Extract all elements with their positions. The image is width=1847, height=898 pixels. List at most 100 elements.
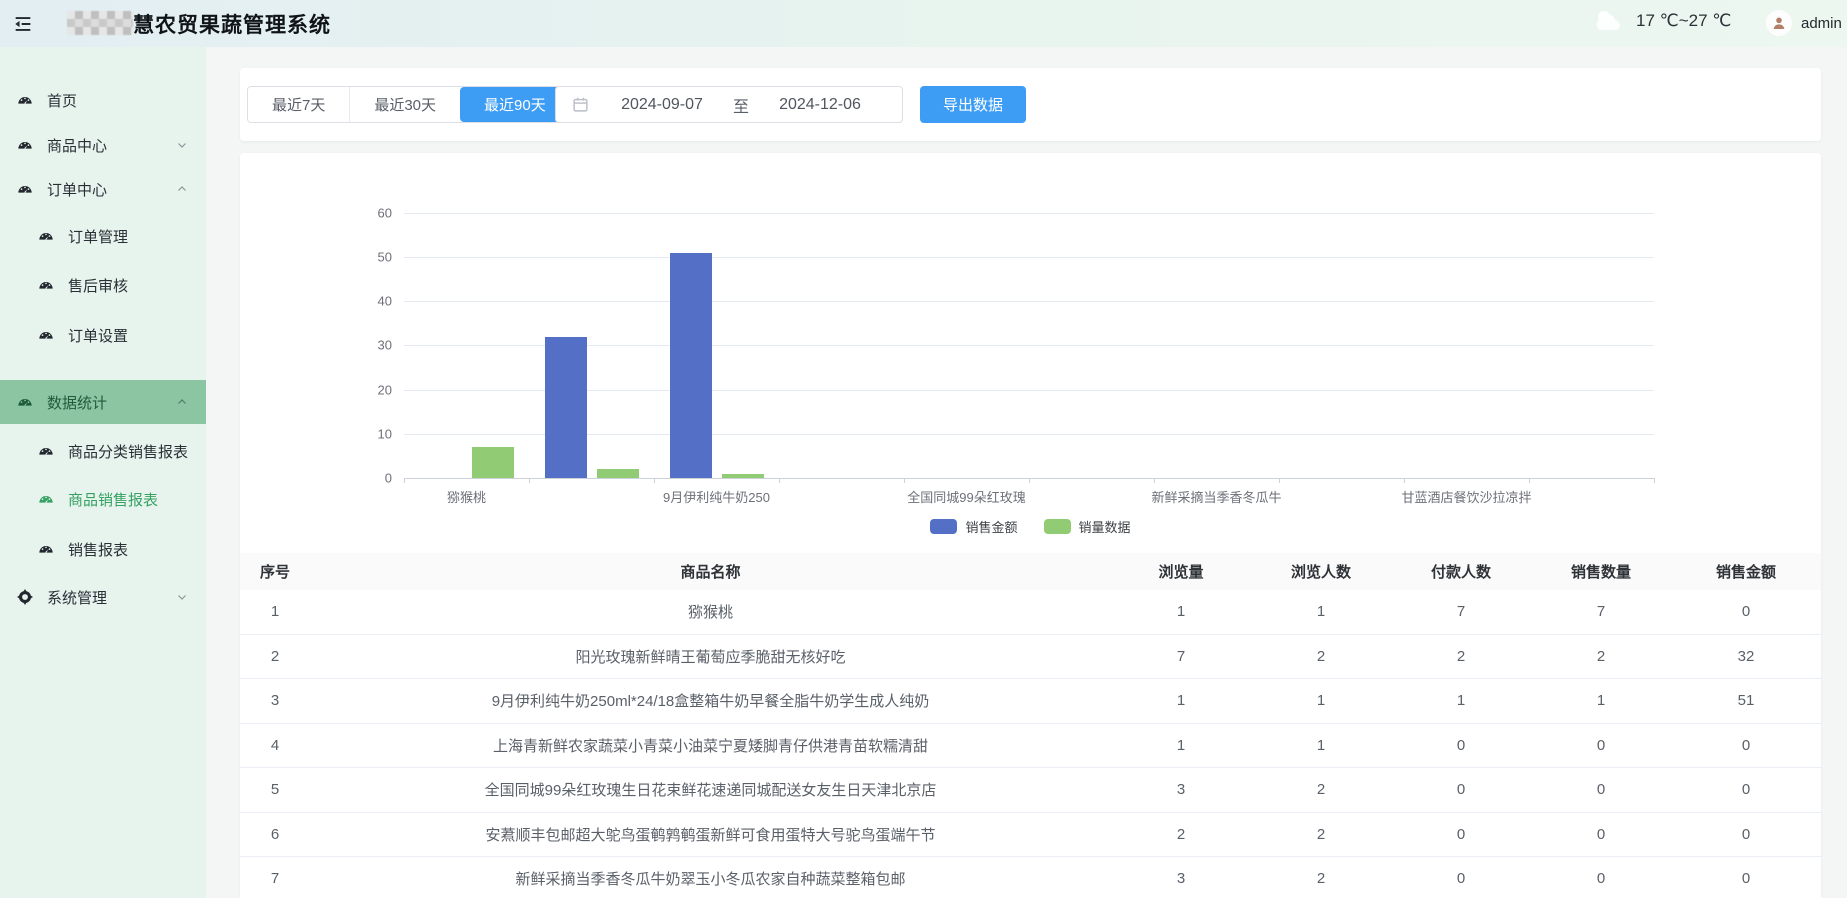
y-gridline	[404, 301, 1654, 302]
x-axis-tick	[529, 478, 530, 483]
sidebar-label: 商品销售报表	[68, 489, 158, 510]
username: admin	[1801, 15, 1842, 32]
bar-sales-amount	[545, 337, 587, 478]
table-cell: 32	[1671, 648, 1821, 665]
top-header: 慧农贸果蔬管理系统 17 ℃~27 ℃ admin	[0, 0, 1847, 47]
table-cell: 4	[240, 737, 310, 754]
chevron-down-icon	[176, 139, 188, 151]
range-last90-button[interactable]: 最近90天	[460, 87, 570, 122]
sidebar-group-data-stats[interactable]: 数据统计	[0, 380, 206, 424]
sidebar-item-order-manage[interactable]: 订单管理	[0, 216, 206, 256]
avatar	[1766, 10, 1792, 36]
x-axis-tick	[779, 478, 780, 483]
dashboard-icon	[38, 277, 54, 293]
y-axis-tick-label: 40	[356, 294, 392, 309]
table-cell: 0	[1531, 826, 1671, 843]
sidebar-item-after-sales-review[interactable]: 售后审核	[0, 265, 206, 305]
y-axis-tick-label: 20	[356, 382, 392, 397]
sidebar-label: 订单中心	[47, 179, 107, 200]
range-last7-button[interactable]: 最近7天	[248, 87, 349, 122]
table-row: 4上海青新鲜农家蔬菜小青菜小油菜宁夏矮脚青仔供港青苗软糯清甜11000	[240, 724, 1821, 769]
table-row: 1猕猴桃11770	[240, 590, 1821, 635]
table-cell: 2	[1251, 781, 1391, 798]
table-cell: 1	[1531, 692, 1671, 709]
table-cell: 阳光玫瑰新鲜晴王葡萄应季脆甜无核好吃	[310, 646, 1111, 667]
sidebar-group-product-center[interactable]: 商品中心	[0, 125, 206, 165]
y-axis-tick-label: 30	[356, 338, 392, 353]
dashboard-icon	[38, 327, 54, 343]
x-axis-tick	[1404, 478, 1405, 483]
dashboard-icon	[17, 181, 33, 197]
legend-item-sales-qty[interactable]: 销量数据	[1044, 517, 1131, 536]
bar-sales-qty	[722, 474, 764, 478]
legend-label: 销量数据	[1079, 517, 1131, 536]
table-cell: 0	[1671, 870, 1821, 887]
table-header-cell: 浏览量	[1111, 561, 1251, 582]
x-axis-tick	[1529, 478, 1530, 483]
sidebar-collapse-icon[interactable]	[12, 13, 36, 35]
table-row: 2阳光玫瑰新鲜晴王葡萄应季脆甜无核好吃722232	[240, 635, 1821, 680]
sidebar-label: 销售报表	[68, 539, 128, 560]
table-cell: 0	[1531, 870, 1671, 887]
chart-legend: 销售金额 销量数据	[240, 517, 1821, 536]
y-gridline	[404, 390, 1654, 391]
legend-item-sales-amount[interactable]: 销售金额	[930, 517, 1017, 536]
sidebar-item-order-settings[interactable]: 订单设置	[0, 315, 206, 355]
bar-sales-amount	[670, 253, 712, 478]
sidebar-item-product-sales-report[interactable]: 商品销售报表	[0, 479, 206, 519]
date-range-separator: 至	[721, 93, 761, 117]
table-row: 6安蔒顺丰包邮超大鸵鸟蛋鹌鹑鹌蛋新鲜可食用蛋特大号驼鸟蛋端午节22000	[240, 813, 1821, 858]
table-cell: 1	[1251, 737, 1391, 754]
export-data-button[interactable]: 导出数据	[920, 86, 1026, 123]
table-cell: 1	[240, 603, 310, 620]
user-icon	[1771, 15, 1787, 31]
product-sales-table: 序号商品名称浏览量浏览人数付款人数销售数量销售金额1猕猴桃117702阳光玫瑰新…	[240, 553, 1821, 898]
table-cell: 0	[1671, 826, 1821, 843]
dashboard-icon	[17, 92, 33, 108]
sidebar-label: 系统管理	[47, 587, 107, 608]
y-axis-tick-label: 50	[356, 250, 392, 265]
table-header-cell: 销售数量	[1531, 561, 1671, 582]
sidebar-label: 首页	[47, 90, 77, 111]
date-range-picker[interactable]: 2024-09-07 至 2024-12-06	[555, 86, 903, 123]
sidebar-item-home[interactable]: 首页	[0, 80, 206, 120]
end-date-input[interactable]: 2024-12-06	[761, 96, 879, 114]
partly-cloudy-icon	[1592, 8, 1626, 34]
sidebar-item-category-sales-report[interactable]: 商品分类销售报表	[0, 431, 206, 471]
sidebar-label: 商品分类销售报表	[68, 441, 188, 462]
table-cell: 1	[1391, 692, 1531, 709]
table-row: 39月伊利纯牛奶250ml*24/18盒整箱牛奶早餐全脂牛奶学生成人纯奶1111…	[240, 679, 1821, 724]
table-header-cell: 序号	[240, 561, 310, 582]
table-cell: 2	[1111, 826, 1251, 843]
table-row: 5全国同城99朵红玫瑰生日花束鲜花速递同城配送女友生日天津北京店32000	[240, 768, 1821, 813]
dashboard-icon	[38, 541, 54, 557]
range-last30-button[interactable]: 最近30天	[349, 87, 460, 122]
table-cell: 7	[240, 870, 310, 887]
range-button-group: 最近7天 最近30天 最近90天	[247, 86, 571, 123]
sidebar-group-system-manage[interactable]: 系统管理	[0, 577, 206, 617]
table-header-cell: 商品名称	[310, 561, 1111, 582]
table-cell: 0	[1391, 781, 1531, 798]
table-cell: 1	[1111, 737, 1251, 754]
start-date-input[interactable]: 2024-09-07	[603, 96, 721, 114]
chevron-down-icon	[176, 591, 188, 603]
table-cell: 3	[1111, 781, 1251, 798]
sidebar-item-sales-report[interactable]: 销售报表	[0, 529, 206, 569]
table-cell: 1	[1111, 692, 1251, 709]
table-cell: 安蔒顺丰包邮超大鸵鸟蛋鹌鹑鹌蛋新鲜可食用蛋特大号驼鸟蛋端午节	[310, 824, 1111, 845]
table-cell: 2	[240, 648, 310, 665]
table-cell: 2	[1251, 648, 1391, 665]
table-cell: 2	[1391, 648, 1531, 665]
sidebar-group-order-center[interactable]: 订单中心	[0, 169, 206, 209]
system-settings-icon	[17, 589, 33, 605]
redacted-title-prefix	[67, 11, 133, 35]
sidebar-label: 订单管理	[68, 226, 128, 247]
sidebar: 首页 商品中心 订单中心 订单管理 售后审核 订单设置 数据统计	[0, 47, 206, 898]
table-cell: 3	[240, 692, 310, 709]
user-menu[interactable]: admin	[1766, 10, 1842, 36]
table-cell: 0	[1671, 737, 1821, 754]
table-cell: 2	[1251, 870, 1391, 887]
app-title: 慧农贸果蔬管理系统	[133, 9, 331, 39]
sidebar-label: 售后审核	[68, 275, 128, 296]
table-cell: 全国同城99朵红玫瑰生日花束鲜花速递同城配送女友生日天津北京店	[310, 779, 1111, 800]
